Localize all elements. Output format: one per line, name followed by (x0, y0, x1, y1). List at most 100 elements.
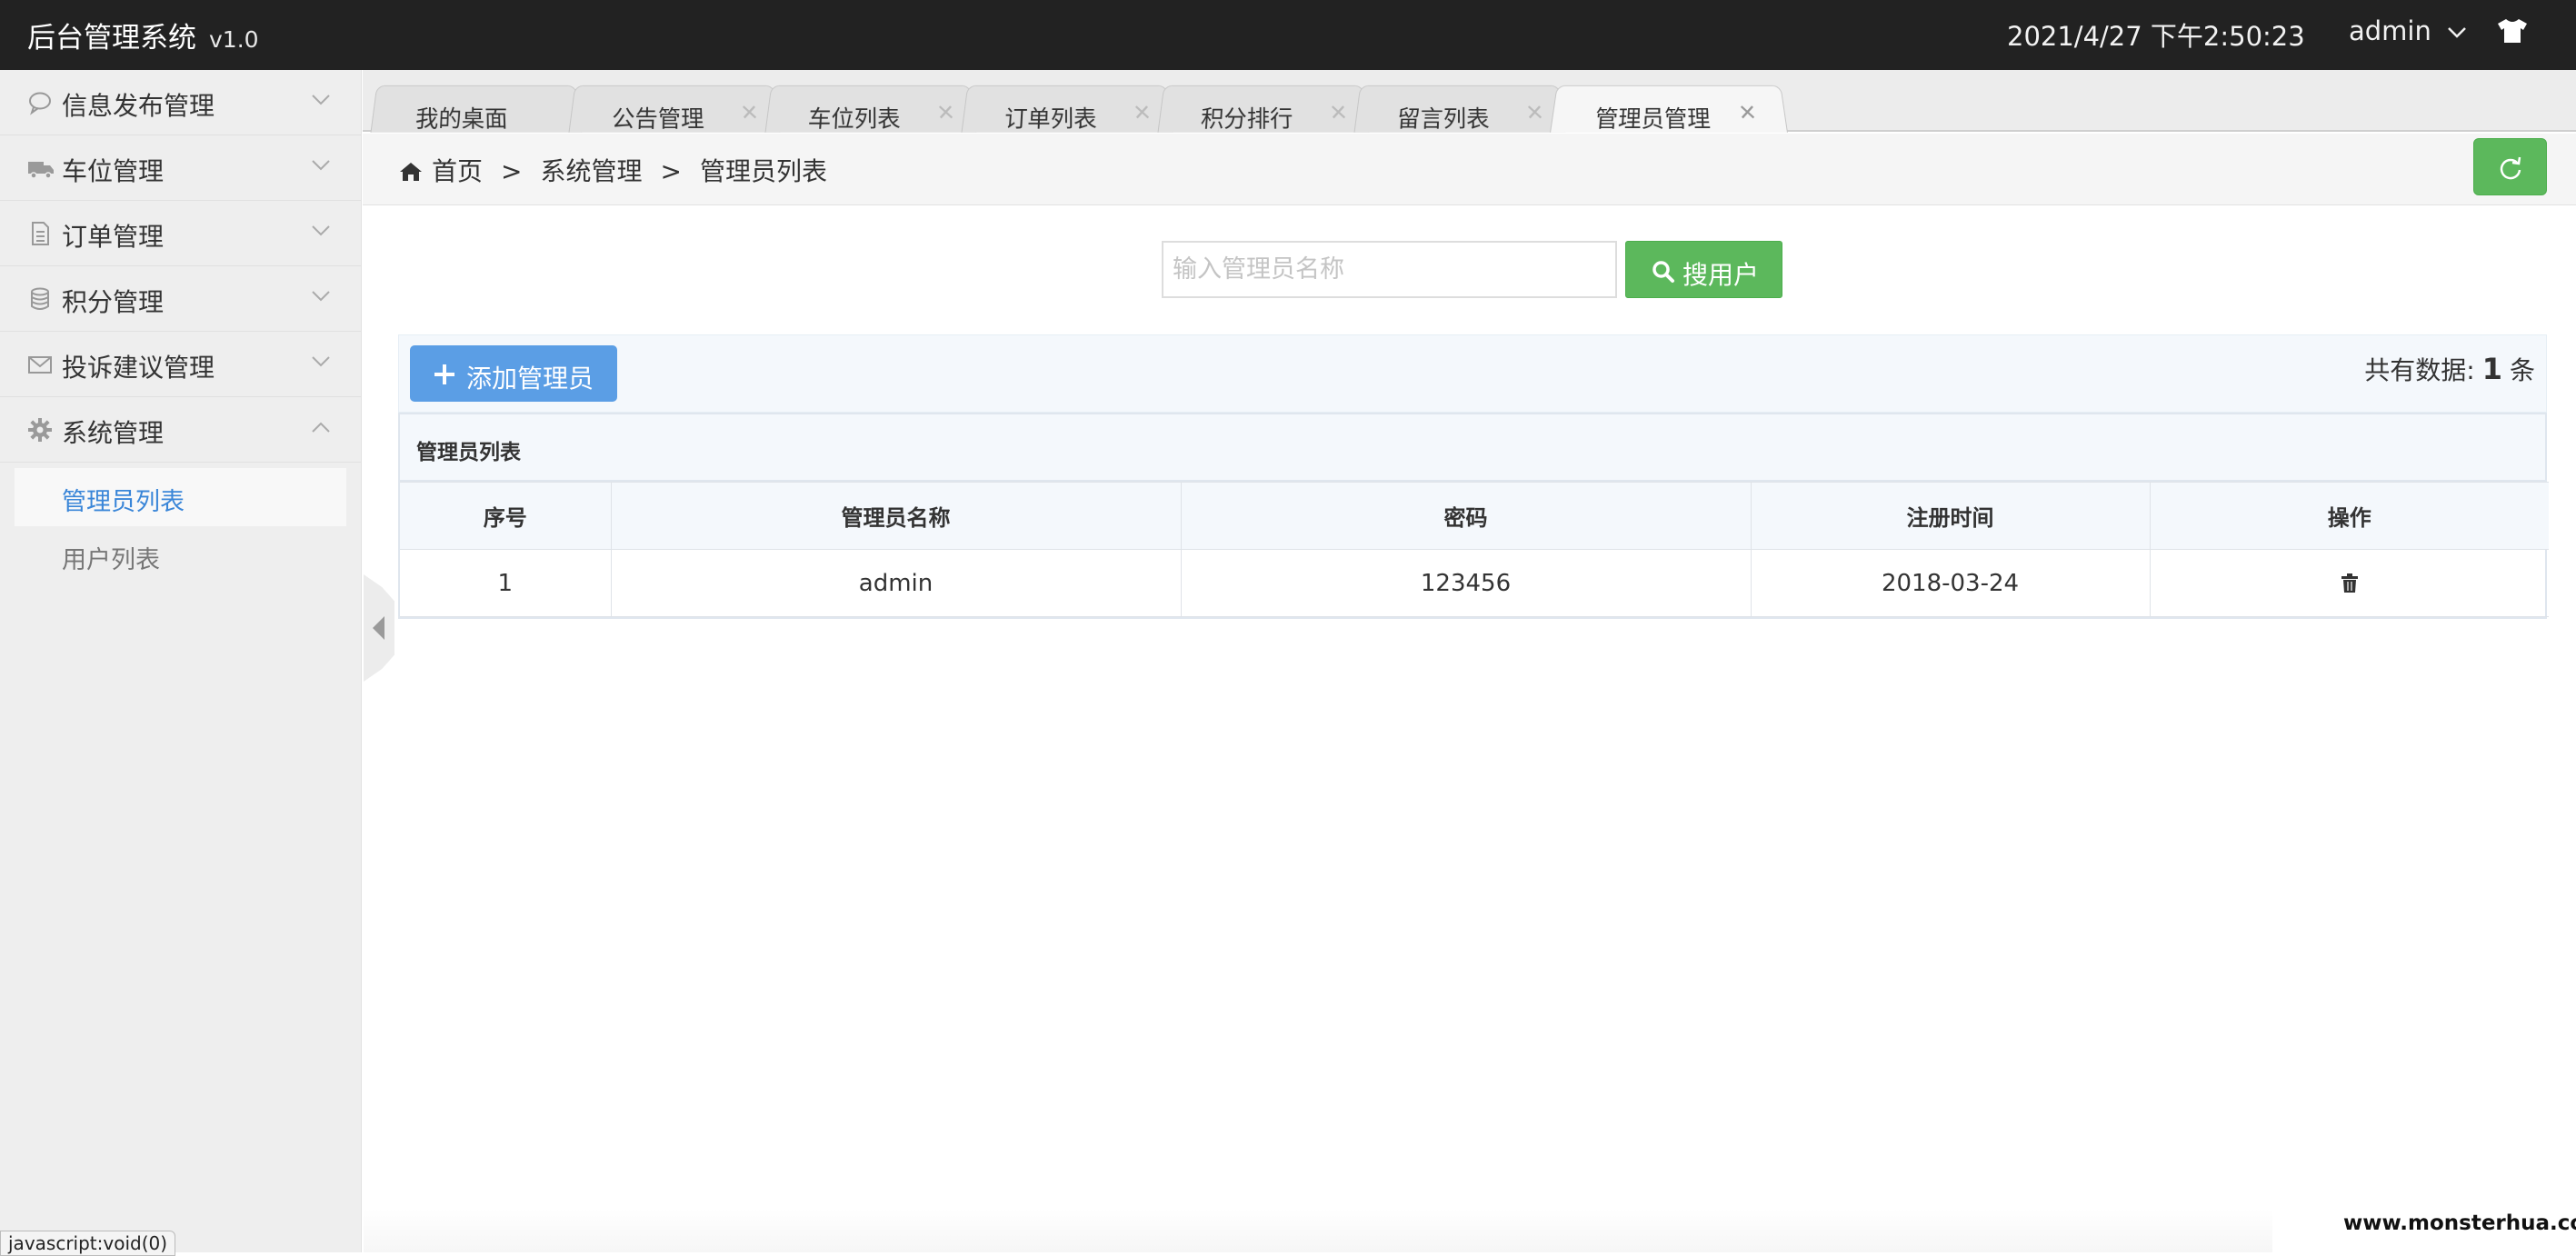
tab-order-list[interactable]: 订单列表 ✕ (961, 85, 1173, 133)
tab-label: 管理员管理 (1593, 101, 1711, 135)
tab-label: 留言列表 (1396, 101, 1490, 135)
tab-points-ranking[interactable]: 积分排行 ✕ (1157, 85, 1369, 133)
total-count: 共有数据: 1 条 (2364, 351, 2535, 387)
search-user-button[interactable]: 搜用户 (1625, 241, 1782, 298)
total-prefix: 共有数据: (2364, 355, 2474, 385)
sidebar-item-label: 信息发布管理 (62, 86, 215, 123)
gear-icon (27, 417, 53, 443)
close-icon[interactable]: ✕ (935, 100, 956, 125)
refresh-button[interactable] (2473, 138, 2547, 195)
chevron-down-icon (311, 94, 331, 106)
app-version: v1.0 (209, 26, 259, 53)
refresh-icon (2498, 155, 2523, 181)
sidebar-item-label: 系统管理 (62, 414, 164, 450)
admin-table: 序号 管理员名称 密码 注册时间 操作 1 admin 123456 2018-… (400, 482, 2549, 617)
close-icon[interactable]: ✕ (1524, 100, 1545, 125)
breadcrumb-separator: > (501, 156, 522, 186)
sidebar-item-info-publish[interactable]: 信息发布管理 (0, 70, 361, 135)
add-admin-button[interactable]: 添加管理员 (410, 345, 617, 402)
sidebar-item-complaints[interactable]: 投诉建议管理 (0, 332, 361, 397)
chevron-left-icon (373, 616, 384, 640)
chevron-up-icon (311, 421, 331, 434)
admin-search-input[interactable] (1162, 241, 1617, 298)
search-icon (1652, 260, 1675, 284)
tab-label: 公告管理 (611, 101, 704, 135)
table-header-row: 序号 管理员名称 密码 注册时间 操作 (400, 483, 2549, 550)
sidebar-item-parking[interactable]: 车位管理 (0, 135, 361, 201)
sidebar: 信息发布管理 车位管理 订单管理 积分管理 投诉建议管理 系统管理 管理员列表 … (0, 70, 362, 1252)
database-icon (27, 286, 53, 312)
add-admin-label: 添加管理员 (466, 359, 594, 395)
bottom-shadow (364, 1209, 2272, 1252)
tab-message-list[interactable]: 留言列表 ✕ (1353, 85, 1565, 133)
app-title: 后台管理系统 (27, 22, 196, 55)
cell-actions (2150, 550, 2549, 617)
submenu-item-label: 用户列表 (62, 540, 160, 575)
chevron-down-icon (311, 159, 331, 172)
tab-parking-list[interactable]: 车位列表 ✕ (764, 85, 976, 133)
chevron-down-icon (311, 290, 331, 303)
current-datetime: 2021/4/27 下午2:50:23 (2007, 15, 2305, 54)
chevron-down-icon (2447, 26, 2467, 39)
trash-icon[interactable] (2341, 573, 2359, 593)
breadcrumb-current: 管理员列表 (700, 156, 827, 186)
breadcrumb-home[interactable]: 首页 (432, 156, 483, 186)
close-icon[interactable]: ✕ (1737, 100, 1758, 125)
top-header: 后台管理系统 v1.0 2021/4/27 下午2:50:23 admin (0, 0, 2576, 70)
breadcrumb-system[interactable]: 系统管理 (540, 156, 642, 186)
table-row: 1 admin 123456 2018-03-24 (400, 550, 2549, 617)
breadcrumb: 首页 > 系统管理 > 管理员列表 (399, 152, 827, 188)
user-menu[interactable]: admin (2349, 15, 2467, 46)
watermark: www.monsterhua.com (2343, 1211, 2576, 1235)
system-submenu: 管理员列表 用户列表 (0, 463, 361, 584)
breadcrumb-bar: 首页 > 系统管理 > 管理员列表 (363, 134, 2576, 205)
home-icon (399, 161, 423, 183)
close-icon[interactable]: ✕ (739, 100, 760, 125)
tab-label: 订单列表 (1003, 101, 1097, 135)
truck-icon (27, 155, 55, 181)
document-icon (27, 221, 53, 246)
chevron-down-icon (311, 355, 331, 368)
sidebar-item-label: 积分管理 (62, 283, 164, 319)
list-toolbar: 添加管理员 共有数据: 1 条 (398, 334, 2547, 413)
total-suffix: 条 (2510, 355, 2535, 385)
tab-admin-management[interactable]: 管理员管理 ✕ (1550, 85, 1788, 133)
chat-bubble-icon (27, 90, 53, 115)
column-header-index: 序号 (400, 483, 611, 550)
submenu-item-user-list[interactable]: 用户列表 (15, 526, 346, 584)
total-number: 1 (2482, 352, 2502, 386)
tab-announcements[interactable]: 公告管理 ✕ (568, 85, 780, 133)
close-icon[interactable]: ✕ (1328, 100, 1349, 125)
panel-header: 管理员列表 (400, 414, 2545, 482)
sidebar-collapse-handle[interactable] (364, 574, 394, 682)
tshirt-icon[interactable] (2496, 18, 2529, 44)
envelope-icon (27, 352, 53, 377)
user-name: admin (2349, 15, 2431, 46)
app-logo[interactable]: 后台管理系统 v1.0 (27, 15, 259, 55)
tab-desktop[interactable]: 我的桌面 (370, 85, 582, 133)
column-header-registered: 注册时间 (1751, 483, 2150, 550)
sidebar-item-orders[interactable]: 订单管理 (0, 201, 361, 266)
tab-label: 我的桌面 (414, 101, 508, 135)
admin-table-panel: 管理员列表 序号 管理员名称 密码 注册时间 操作 1 admin 123456… (398, 413, 2547, 619)
panel-title: 管理员列表 (416, 434, 521, 465)
tab-label: 车位列表 (807, 101, 901, 135)
column-header-name: 管理员名称 (611, 483, 1181, 550)
column-header-password: 密码 (1181, 483, 1751, 550)
sidebar-item-label: 投诉建议管理 (62, 348, 215, 384)
column-header-actions: 操作 (2150, 483, 2549, 550)
breadcrumb-separator: > (661, 156, 682, 186)
tab-bar: 我的桌面 公告管理 ✕ 车位列表 ✕ 订单列表 ✕ 积分排行 ✕ 留言列表 ✕ … (363, 70, 2576, 132)
cell-name: admin (611, 550, 1181, 617)
submenu-item-label: 管理员列表 (62, 482, 185, 517)
tab-label: 积分排行 (1200, 101, 1293, 135)
cell-password: 123456 (1181, 550, 1751, 617)
cell-registered: 2018-03-24 (1751, 550, 2150, 617)
sidebar-item-points[interactable]: 积分管理 (0, 266, 361, 332)
sidebar-item-label: 车位管理 (62, 152, 164, 188)
submenu-item-admin-list[interactable]: 管理员列表 (15, 468, 346, 526)
close-icon[interactable]: ✕ (1132, 100, 1153, 125)
sidebar-item-system[interactable]: 系统管理 (0, 397, 361, 463)
sidebar-item-label: 订单管理 (62, 217, 164, 254)
plus-icon (434, 364, 455, 385)
